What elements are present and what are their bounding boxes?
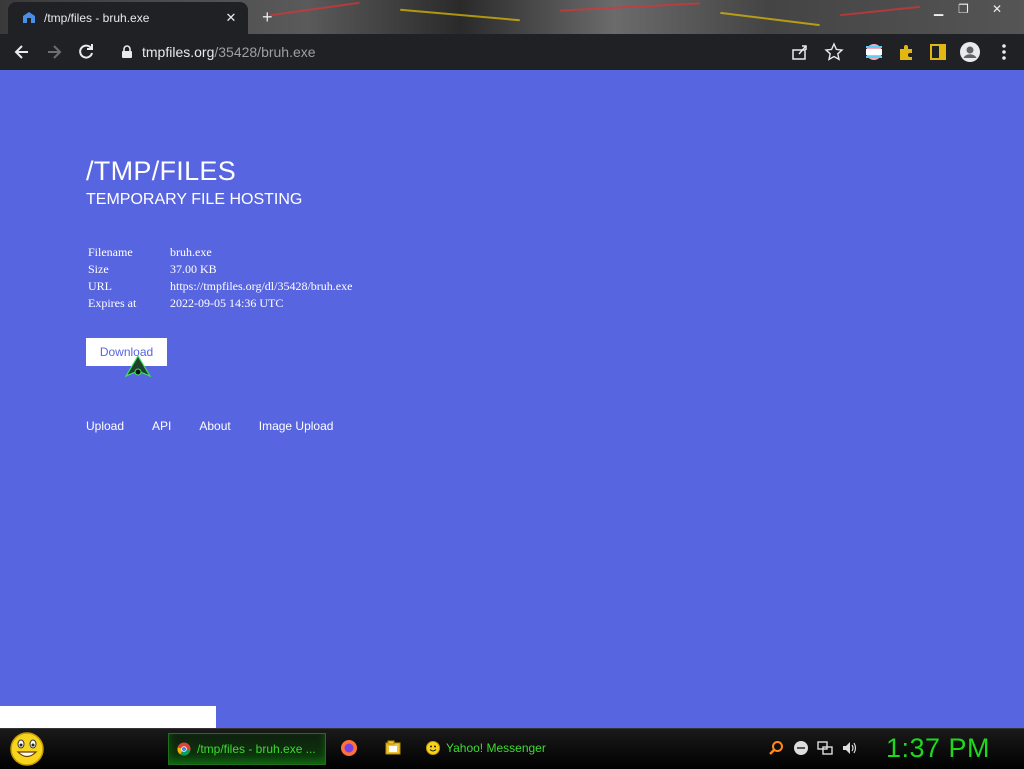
volume-icon[interactable] <box>841 740 857 756</box>
tab-close-icon[interactable]: ✕ <box>224 10 238 26</box>
extensions-puzzle-icon[interactable] <box>896 42 916 62</box>
taskbar-clock: 1:37 PM <box>886 733 991 763</box>
taskbar-task-chrome[interactable]: /tmp/files - bruh.exe ... <box>168 733 326 765</box>
file-manager-icon[interactable] <box>384 739 402 757</box>
side-panel-icon[interactable] <box>928 42 948 62</box>
url-host: tmpfiles.org <box>142 44 215 60</box>
yahoo-smiley-icon <box>426 741 440 755</box>
file-info-value: 37.00 KB <box>170 262 217 276</box>
browser-menu-icon[interactable] <box>994 42 1014 62</box>
footer-nav: Upload API About Image Upload <box>86 419 361 433</box>
reload-icon[interactable] <box>76 42 96 62</box>
bookmark-star-icon[interactable] <box>824 42 844 62</box>
forward-arrow-icon[interactable] <box>44 42 64 62</box>
url-text: tmpfiles.org/35428/bruh.exe <box>142 44 316 60</box>
browser-toolbar: tmpfiles.org/35428/bruh.exe <box>0 34 1024 70</box>
task-label: Yahoo! Messenger <box>446 741 546 755</box>
new-tab-icon[interactable]: + <box>262 8 273 26</box>
start-smiley-icon[interactable] <box>8 731 46 767</box>
file-info-value: 2022-09-05 14:36 UTC <box>170 296 284 310</box>
table-row: URL https://tmpfiles.org/dl/35428/bruh.e… <box>86 278 354 295</box>
address-bar[interactable]: tmpfiles.org/35428/bruh.exe <box>110 38 848 66</box>
site-subtitle: TEMPORARY FILE HOSTING <box>86 191 303 208</box>
share-icon[interactable] <box>790 42 810 62</box>
file-info-label: Expires at <box>88 296 137 310</box>
url-path: /35428/bruh.exe <box>214 44 316 60</box>
status-bar-remnant <box>0 706 216 728</box>
file-info-value: https://tmpfiles.org/dl/35428/bruh.exe <box>170 279 353 293</box>
profile-avatar-icon[interactable] <box>960 42 980 62</box>
file-info-table: Filename bruh.exe Size 37.00 KB URL http… <box>86 244 354 312</box>
minus-circle-icon[interactable] <box>793 740 809 756</box>
firefox-icon[interactable] <box>340 739 358 757</box>
network-icon[interactable] <box>817 740 833 756</box>
back-arrow-icon[interactable] <box>12 42 32 62</box>
file-info-value: bruh.exe <box>170 245 212 259</box>
browser-tab-strip: /tmp/files - bruh.exe ✕ + ▁ ❐ ✕ <box>0 0 1024 34</box>
search-icon[interactable] <box>768 740 784 756</box>
minimize-icon[interactable]: ▁ <box>934 2 943 16</box>
browser-tab[interactable]: /tmp/files - bruh.exe ✕ <box>8 2 248 34</box>
file-info-label: Filename <box>88 245 133 259</box>
nav-link-upload[interactable]: Upload <box>86 419 124 433</box>
table-row: Size 37.00 KB <box>86 261 354 278</box>
mouse-cursor-icon <box>124 354 152 378</box>
nav-link-image-upload[interactable]: Image Upload <box>259 419 334 433</box>
nav-link-api[interactable]: API <box>152 419 171 433</box>
extension-flag-icon[interactable] <box>864 42 884 62</box>
chrome-icon <box>177 742 191 756</box>
site-title: /TMP/FILES <box>86 156 237 186</box>
table-row: Expires at 2022-09-05 14:36 UTC <box>86 295 354 312</box>
taskbar-task-yahoo-messenger[interactable]: Yahoo! Messenger <box>418 733 574 763</box>
wallpaper-streak <box>400 8 520 22</box>
task-label: /tmp/files - bruh.exe ... <box>197 742 316 756</box>
maximize-icon[interactable]: ❐ <box>958 2 969 16</box>
page-content: /TMP/FILES TEMPORARY FILE HOSTING Filena… <box>0 70 1024 728</box>
window-close-icon[interactable]: ✕ <box>992 2 1002 16</box>
nav-link-about[interactable]: About <box>199 419 230 433</box>
tmpfiles-favicon-icon <box>23 12 35 23</box>
file-info-label: URL <box>88 279 112 293</box>
taskbar: /tmp/files - bruh.exe ... Yahoo! Messeng… <box>0 728 1024 769</box>
wallpaper-streak <box>560 2 700 12</box>
file-info-label: Size <box>88 262 109 276</box>
wallpaper-streak <box>270 1 360 17</box>
lock-icon <box>122 45 132 58</box>
wallpaper-streak <box>840 5 920 17</box>
table-row: Filename bruh.exe <box>86 244 354 261</box>
tab-title: /tmp/files - bruh.exe <box>44 11 150 25</box>
wallpaper-streak <box>720 11 820 27</box>
